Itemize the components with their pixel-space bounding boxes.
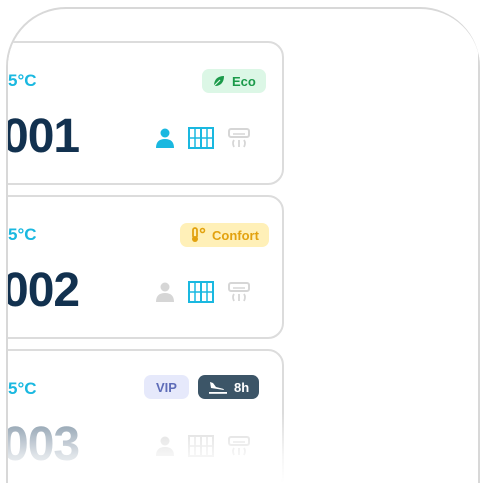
room-status-icons <box>156 435 250 457</box>
eco-badge: Eco <box>202 69 266 93</box>
person-icon <box>156 128 174 148</box>
window-icon <box>188 127 214 149</box>
badge-label: 8h <box>234 379 250 395</box>
air-conditioner-icon <box>228 282 250 302</box>
person-icon <box>156 436 174 456</box>
window-icon <box>188 435 214 457</box>
plane-landing-icon <box>208 380 228 394</box>
room-temperature: 5°C <box>8 379 37 398</box>
room-status-icons <box>156 127 250 149</box>
room-temperature: 5°C <box>8 225 37 244</box>
window-icon <box>188 281 214 303</box>
room-card-001[interactable]: 5°C Eco 001 <box>6 41 284 185</box>
badge-label: Confort <box>212 227 259 243</box>
confort-badge: Confort <box>180 223 269 247</box>
badge-label: Eco <box>232 73 256 89</box>
badge-label: VIP <box>156 379 177 395</box>
room-card-002[interactable]: 5°C Confort 002 <box>6 195 284 339</box>
room-temperature: 5°C <box>8 71 37 90</box>
rooms-panel: 5°C Eco 001 5°C Confort 002 5°C VIP 8h 0… <box>6 7 480 483</box>
air-conditioner-icon <box>228 436 250 456</box>
arrival-badge: 8h <box>198 375 260 399</box>
room-number: 003 <box>6 418 80 471</box>
person-icon <box>156 282 174 302</box>
room-card-003[interactable]: 5°C VIP 8h 003 <box>6 349 284 483</box>
room-status-icons <box>156 281 250 303</box>
room-number: 002 <box>6 264 80 317</box>
leaf-icon <box>212 74 226 88</box>
air-conditioner-icon <box>228 128 250 148</box>
room-number: 001 <box>6 110 80 163</box>
vip-badge: VIP <box>144 375 189 399</box>
thermometer-icon <box>190 227 206 243</box>
